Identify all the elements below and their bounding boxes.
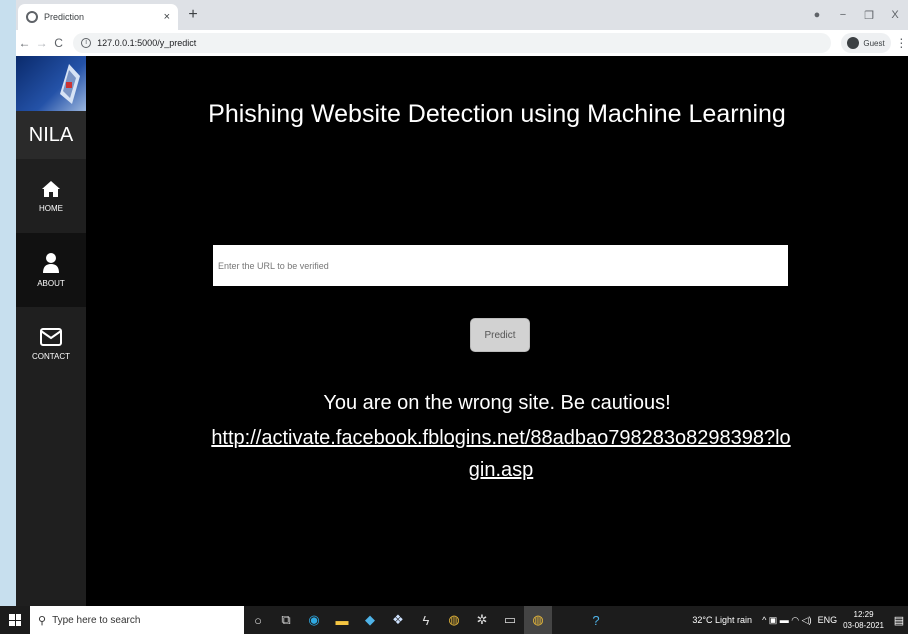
brand-name: NILA <box>16 111 86 159</box>
cortana-icon[interactable]: ○ <box>244 613 272 628</box>
help-icon[interactable]: ? <box>582 613 610 628</box>
address-url: 127.0.0.1:5000/y_predict <box>97 38 197 48</box>
avatar-icon <box>847 37 860 49</box>
system-tray: 32°C Light rain ^ ▣ ▬ ◠ ◁) ENG 12:29 03-… <box>692 609 908 631</box>
profile-label: Guest <box>863 38 885 48</box>
sidebar-item-label: CONTACT <box>31 351 71 361</box>
browser-menu-button[interactable]: ⋮ <box>895 36 908 50</box>
edge-icon[interactable]: ◉ <box>300 612 328 628</box>
tab-title: Prediction <box>44 12 85 22</box>
chrome-icon[interactable]: ◍ <box>440 612 468 628</box>
weather-widget[interactable]: 32°C Light rain <box>692 615 752 625</box>
window-controls: ● − ❐ X <box>804 0 908 30</box>
browser-tab[interactable]: Prediction × <box>18 4 178 30</box>
browser-window: Prediction × + ● − ❐ X ← → C i 127.0.0.1… <box>16 0 908 606</box>
chrome-active-icon[interactable]: ◍ <box>524 606 552 634</box>
dropbox-icon[interactable]: ❖ <box>384 612 412 628</box>
taskbar-search[interactable]: ⚲ Type here to search <box>30 606 244 634</box>
sidebar-item-contact[interactable]: CONTACT <box>16 307 86 381</box>
record-icon[interactable]: ● <box>804 9 830 21</box>
search-placeholder: Type here to search <box>52 614 141 626</box>
reload-button[interactable]: C <box>50 36 67 50</box>
sidebar-item-label: HOME <box>39 203 63 213</box>
app-bolt-icon[interactable]: ϟ <box>412 613 440 628</box>
sidebar: NILA HOME ABOUT CONTACT <box>16 56 86 606</box>
back-button[interactable]: ← <box>16 36 33 50</box>
page-title: Phishing Website Detection using Machine… <box>208 100 786 128</box>
sidebar-item-home[interactable]: HOME <box>16 159 86 233</box>
envelope-icon <box>40 327 62 346</box>
windows-icon <box>9 614 21 626</box>
page-content: NILA HOME ABOUT CONTACT Phishing Website… <box>16 56 908 606</box>
info-icon[interactable]: i <box>81 38 92 48</box>
terminal-icon[interactable]: ▭ <box>496 612 524 628</box>
tab-strip: Prediction × + ● − ❐ X <box>16 0 908 30</box>
tab-close-button[interactable]: × <box>164 11 170 23</box>
logo-icon <box>60 64 80 104</box>
clock-date: 03-08-2021 <box>843 621 884 630</box>
forward-button[interactable]: → <box>33 36 50 50</box>
language-indicator[interactable]: ENG <box>818 615 838 625</box>
result-message: You are on the wrong site. Be cautious! <box>323 392 671 414</box>
start-button[interactable] <box>0 606 30 634</box>
file-explorer-icon[interactable]: ▬ <box>328 613 356 628</box>
globe-icon <box>26 11 38 23</box>
profile-button[interactable]: Guest <box>841 33 891 53</box>
logo <box>16 56 86 111</box>
predict-button[interactable]: Predict <box>470 318 530 352</box>
home-icon <box>42 180 60 197</box>
result-url-link[interactable]: http://activate.facebook.fblogins.net/88… <box>206 422 796 486</box>
minimize-button[interactable]: − <box>830 9 856 21</box>
store-icon[interactable]: ◆ <box>356 612 384 628</box>
tray-icons[interactable]: ^ ▣ ▬ ◠ ◁) <box>762 615 812 626</box>
new-tab-button[interactable]: + <box>182 4 204 26</box>
sidebar-item-about[interactable]: ABOUT <box>16 233 86 307</box>
user-icon <box>43 252 59 273</box>
clock-time: 12:29 <box>853 610 874 619</box>
desktop-background <box>0 0 16 606</box>
search-icon: ⚲ <box>38 614 47 627</box>
task-view-icon[interactable]: ⧉ <box>272 612 300 628</box>
sidebar-item-label: ABOUT <box>37 278 65 288</box>
settings-app-icon[interactable]: ✲ <box>468 612 496 628</box>
browser-toolbar: ← → C i 127.0.0.1:5000/y_predict Guest ⋮ <box>16 30 908 56</box>
clock[interactable]: 12:29 03-08-2021 <box>843 609 884 631</box>
url-input[interactable] <box>213 245 788 286</box>
address-bar[interactable]: i 127.0.0.1:5000/y_predict <box>73 33 832 53</box>
notification-icon[interactable]: ▤ <box>890 614 908 627</box>
restore-button[interactable]: ❐ <box>856 9 882 22</box>
close-window-button[interactable]: X <box>882 9 908 21</box>
taskbar: ⚲ Type here to search ○ ⧉ ◉ ▬ ◆ ❖ ϟ ◍ ✲ … <box>0 606 908 634</box>
